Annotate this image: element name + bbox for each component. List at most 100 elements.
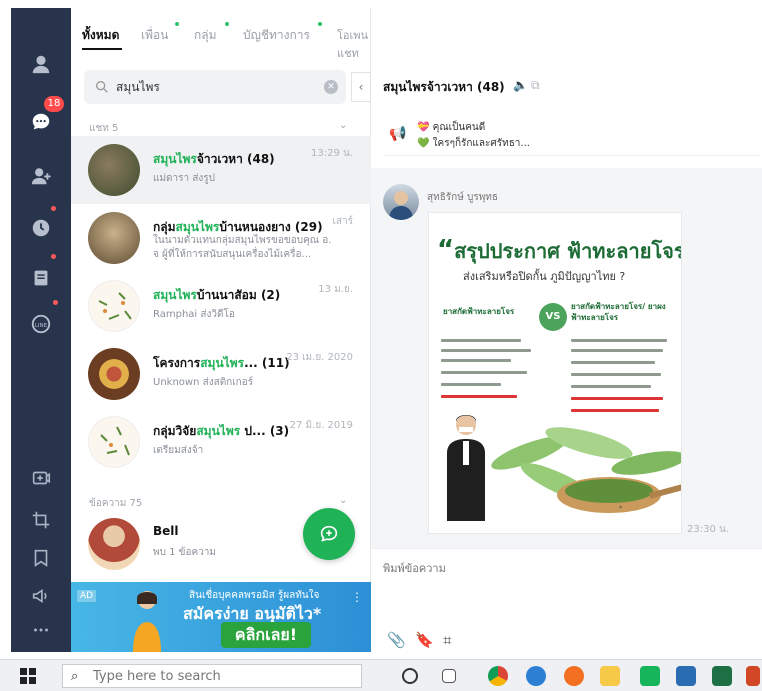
chat-preview: แม่ดารา ส่งรูป <box>153 173 216 184</box>
keep-bookmark-icon[interactable] <box>11 540 71 576</box>
chevron-down-icon[interactable]: ⌄ <box>339 495 347 506</box>
avatar <box>88 518 140 570</box>
section-header-chats: แชท 5 <box>89 123 119 134</box>
add-chat-icon[interactable] <box>11 460 71 496</box>
poster-bullet <box>441 383 501 386</box>
tab-all[interactable]: ทั้งหมด <box>82 26 119 45</box>
new-chat-button[interactable] <box>303 508 355 560</box>
photos-icon[interactable] <box>676 666 696 686</box>
clear-search-icon[interactable]: ✕ <box>324 80 338 94</box>
screenshot-crop-icon[interactable] <box>11 502 71 538</box>
cortana-icon[interactable] <box>402 668 418 684</box>
compose-area: 📎 🔖 ⌗ <box>371 548 762 652</box>
attach-file-icon[interactable]: 📎 <box>387 631 406 649</box>
avatar <box>88 280 140 332</box>
file-explorer-icon[interactable] <box>600 666 620 686</box>
tab-friends[interactable]: เพื่อน <box>141 26 168 45</box>
list-item[interactable]: สมุนไพรบ้านนาสัอม (2) Ramphai ส่งวิดีโอ … <box>71 272 371 340</box>
poster-bullet <box>441 339 521 342</box>
image-message[interactable]: “สรุปประกาศ ฟ้าทะลายโจร” ส่งเสริมหรือปิด… <box>428 212 682 534</box>
chat-header: สมุนไพรจ้าวเวหา (48) 🔈 ⧉ 📢 💝 คุณเป็นคนดี… <box>371 8 762 168</box>
list-item[interactable]: โครงการสมุนไพร... (11) Unknown ส่งสติกเก… <box>71 340 371 408</box>
poster-bullet <box>441 371 527 374</box>
chat-preview: Unknown ส่งสติกเกอร์ <box>153 377 254 388</box>
profile-icon[interactable] <box>11 46 71 82</box>
ad-line1: สินเชื่อบุคคลพรอมิส รู้ผลทันใจ <box>189 590 320 601</box>
collapse-panel-button[interactable]: ‹ <box>351 72 371 102</box>
history-clock-icon[interactable] <box>11 210 71 246</box>
keep-bookmark-icon[interactable]: 🔖 <box>415 631 434 649</box>
poster-left-heading: ยาสกัดฟ้าทะลายโจร <box>443 307 515 316</box>
ad-model-image <box>133 591 161 652</box>
poster-bullet <box>571 385 651 388</box>
tab-official-accounts[interactable]: บัญชีทางการ <box>243 26 310 45</box>
ad-cta-button[interactable]: คลิกเลย! <box>221 622 311 648</box>
unread-badge: 18 <box>44 96 64 112</box>
section-header-messages: ข้อความ 75 <box>89 498 143 509</box>
mute-icon[interactable]: 🔈 <box>513 78 528 92</box>
chat-time: 23 เม.ย. 2020 <box>286 352 353 363</box>
list-item[interactable]: กลุ่มวิจัยสมุนไพร ป... (3) เตรียมส่งจ้า … <box>71 408 371 476</box>
chevron-down-icon[interactable]: ⌄ <box>339 120 347 131</box>
task-view-icon[interactable] <box>442 669 456 683</box>
search-input[interactable] <box>116 76 316 98</box>
screenshot-crop-icon[interactable]: ⌗ <box>443 631 451 649</box>
edge-icon[interactable] <box>526 666 546 686</box>
poster-bullet <box>571 349 663 352</box>
poster-bullet <box>571 339 667 342</box>
new-dot <box>318 22 322 26</box>
ad-tag: AD <box>77 590 97 602</box>
ad-more-icon[interactable]: ⋮ <box>351 590 363 604</box>
search-icon: ⌕ <box>71 669 79 684</box>
poster-bullet <box>441 359 511 362</box>
megaphone-icon: 📢 <box>389 126 407 142</box>
poster-bullet <box>441 395 517 398</box>
announcement-icon[interactable] <box>11 578 71 614</box>
chat-panel: สมุนไพรจ้าวเวหา (48) 🔈 ⧉ 📢 💝 คุณเป็นคนดี… <box>371 8 762 652</box>
list-item[interactable]: กลุ่มสมุนไพรบ้านหนองยาง (29) ในนามตัวแทน… <box>71 204 371 272</box>
message-result-name: Bell <box>153 524 179 538</box>
message-time: 23:30 น. <box>687 524 730 535</box>
more-icon[interactable] <box>11 612 71 648</box>
windows-start-icon[interactable] <box>20 668 36 684</box>
chat-time: 27 มิ.ย. 2019 <box>289 420 353 431</box>
firefox-icon[interactable] <box>564 666 584 686</box>
sender-avatar[interactable] <box>383 184 419 220</box>
poster-bullet <box>571 397 663 400</box>
copy-icon[interactable]: ⧉ <box>531 78 540 93</box>
active-tab-underline <box>82 48 122 50</box>
chats-icon[interactable] <box>11 104 71 140</box>
message-input[interactable] <box>383 559 743 603</box>
add-friend-icon[interactable] <box>11 158 71 194</box>
notes-icon[interactable] <box>11 260 71 296</box>
announcement-line2: 💚 ใครๆก็รักและศรัทธา... <box>417 138 530 149</box>
taskbar-search-input[interactable] <box>93 668 343 684</box>
chrome-icon[interactable] <box>488 666 508 686</box>
message-result-count: พบ 1 ข้อความ <box>153 547 217 558</box>
poster-bullet <box>571 373 661 376</box>
new-dot <box>175 22 179 26</box>
chat-time: 13:29 น. <box>310 148 353 159</box>
chat-preview: Ramphai ส่งวิดีโอ <box>153 309 235 320</box>
list-item[interactable]: สมุนไพรจ้าวเวหา (48) แม่ดารา ส่งรูป 13:2… <box>71 136 371 204</box>
avatar <box>88 348 140 400</box>
poster-footnote: * <box>619 505 622 512</box>
chat-name: สมุนไพรจ้าวเวหา (48) <box>153 152 275 166</box>
line-taskbar-icon[interactable] <box>640 666 660 686</box>
chat-name: สมุนไพรบ้านนาสัอม (2) <box>153 288 281 302</box>
tab-groups[interactable]: กลุ่ม <box>194 26 217 45</box>
taskbar-search: ⌕ <box>62 664 362 688</box>
line-app-icon[interactable]: LINE <box>11 306 71 342</box>
chat-preview: เตรียมส่งจ้า <box>153 445 204 456</box>
chat-time: เสาร์ <box>332 216 353 227</box>
advertisement-banner[interactable]: AD สินเชื่อบุคคลพรอมิส รู้ผลทันใจ สมัครง… <box>71 582 371 652</box>
search-icon <box>96 81 108 93</box>
excel-icon[interactable] <box>712 666 732 686</box>
announcement-bar[interactable]: 📢 💝 คุณเป็นคนดี 💚 ใครๆก็รักและศรัทธา... <box>383 112 759 156</box>
chat-name: กลุ่มวิจัยสมุนไพร ป... (3) <box>153 424 290 438</box>
poster-subtitle: ส่งเสริมหรือปิดกั้น ภูมิปัญญาไทย ? <box>463 270 626 283</box>
powerpoint-icon[interactable] <box>746 666 760 686</box>
navigation-rail: 18 LINE <box>11 8 71 652</box>
tab-openchat[interactable]: โอเพนแชท <box>337 26 371 62</box>
chat-time: 13 ม.ย. <box>318 284 353 295</box>
